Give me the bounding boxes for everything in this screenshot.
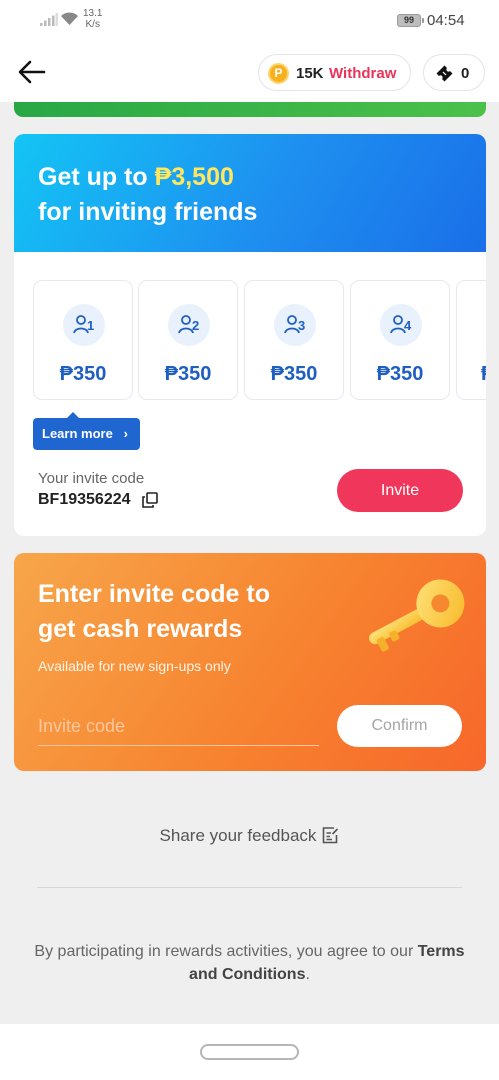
feedback-label: Share your feedback [159,826,317,845]
network-speed: 13.1 K/s [83,8,102,30]
share-feedback-link[interactable]: Share your feedback [0,826,499,846]
coin-withdraw-button[interactable]: P 15K Withdraw [258,54,411,91]
withdraw-label: Withdraw [329,65,397,82]
reward-tile: 1 ₱350 [33,280,133,400]
enter-code-title: Enter invite code to get cash rewards [38,577,270,647]
coin-balance: 15K [296,65,324,82]
clock: 04:54 [427,12,465,29]
terms-notice: By participating in rewards activities, … [30,940,469,986]
progress-banner-edge [14,102,486,117]
system-nav-bar [0,1024,499,1080]
enter-invite-code-card: Enter invite code to get cash rewards Av… [14,553,486,771]
friend-number: 2 [192,318,200,333]
home-gesture-bar[interactable] [200,1044,299,1060]
invite-title-line2: for inviting friends [38,198,258,226]
ticket-icon [436,65,453,82]
invite-title-prefix: Get up to [38,163,155,191]
terms-prefix: By participating in rewards activities, … [34,943,418,960]
invite-title-amount: ₱3,500 [154,163,234,191]
battery-level: 99 [403,15,414,25]
learn-more-button[interactable]: Learn more › [33,412,140,450]
invite-code-value: BF19356224 [38,491,131,508]
ticket-count: 0 [461,65,470,82]
reward-tile: 4 ₱350 [350,280,450,400]
copy-icon[interactable] [142,492,158,508]
ticket-button[interactable]: 0 [423,54,485,91]
network-speed-unit: K/s [85,19,100,30]
learn-more-label: Learn more [42,426,113,441]
friend-number: 1 [87,318,95,333]
terms-suffix: . [305,966,310,983]
invite-button[interactable]: Invite [337,469,463,512]
reward-amount: ₱350 [376,363,424,385]
reward-tile: 5 ₱ [456,280,486,400]
reward-amount: ₱350 [270,363,318,385]
friend-icon: 4 [380,304,422,346]
enter-code-subtitle: Available for new sign-ups only [38,658,231,674]
friend-icon: 3 [274,304,316,346]
back-arrow-icon[interactable] [16,58,48,86]
friend-icon: 1 [63,304,105,346]
wifi-icon [61,12,78,25]
chevron-right-icon: › [123,426,128,441]
enter-code-title-line1: Enter invite code to [38,580,270,608]
status-bar: 13.1 K/s 99 04:54 [0,0,499,44]
signal-icon [40,13,58,26]
divider [37,887,462,888]
edit-note-icon [323,827,339,844]
enter-code-title-line2: get cash rewards [38,615,243,643]
battery-icon: 99 [397,14,424,27]
network-speed-value: 13.1 [83,8,103,19]
friend-number: 3 [298,318,306,333]
reward-amount: ₱350 [59,363,107,385]
friend-icon: 2 [168,304,210,346]
reward-amount: ₱ [457,363,486,386]
reward-tiles[interactable]: 1 ₱350 2 ₱350 3 ₱350 4 ₱350 [33,280,486,400]
top-bar: P 15K Withdraw 0 [0,44,499,102]
invite-banner: Get up to ₱3,500 for inviting friends [14,134,486,252]
invite-code-label: Your invite code [38,470,145,487]
reward-tile: 2 ₱350 [138,280,238,400]
friend-number: 4 [404,318,412,333]
reward-tile: 3 ₱350 [244,280,344,400]
confirm-button[interactable]: Confirm [337,705,462,747]
invite-friends-card: Get up to ₱3,500 for inviting friends 1 … [14,134,486,536]
coin-icon: P [268,63,289,84]
key-icon [369,579,465,652]
reward-amount: ₱350 [164,363,212,385]
invite-title: Get up to ₱3,500 for inviting friends [38,160,257,230]
invite-code-input[interactable] [38,708,319,746]
